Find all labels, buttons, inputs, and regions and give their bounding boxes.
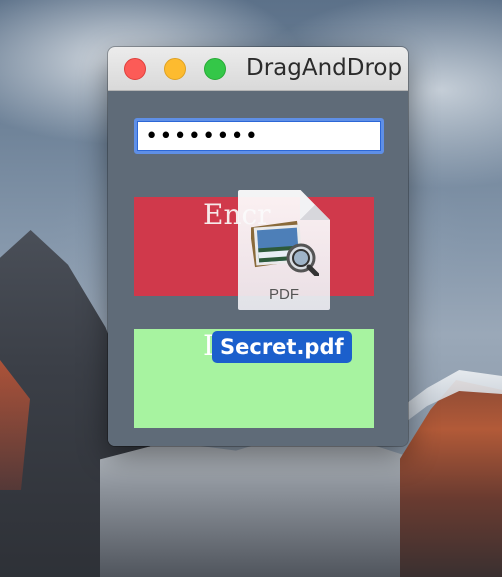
password-field[interactable]: ••••••••: [134, 118, 384, 154]
close-window-button[interactable]: [124, 58, 146, 80]
minimize-window-button[interactable]: [164, 58, 186, 80]
password-value: ••••••••: [145, 124, 259, 149]
wallpaper-mountain-center: [100, 430, 440, 577]
file-type-label: PDF: [269, 286, 299, 303]
file-corner-fold: [300, 190, 330, 220]
title-bar[interactable]: DragAndDrop: [108, 47, 408, 91]
preview-pdf-icon: [251, 220, 319, 276]
window-title: DragAndDrop: [246, 55, 403, 81]
zoom-window-button[interactable]: [204, 58, 226, 80]
dragged-file-name: Secret.pdf: [212, 331, 352, 363]
dragged-file[interactable]: PDF: [238, 190, 330, 310]
